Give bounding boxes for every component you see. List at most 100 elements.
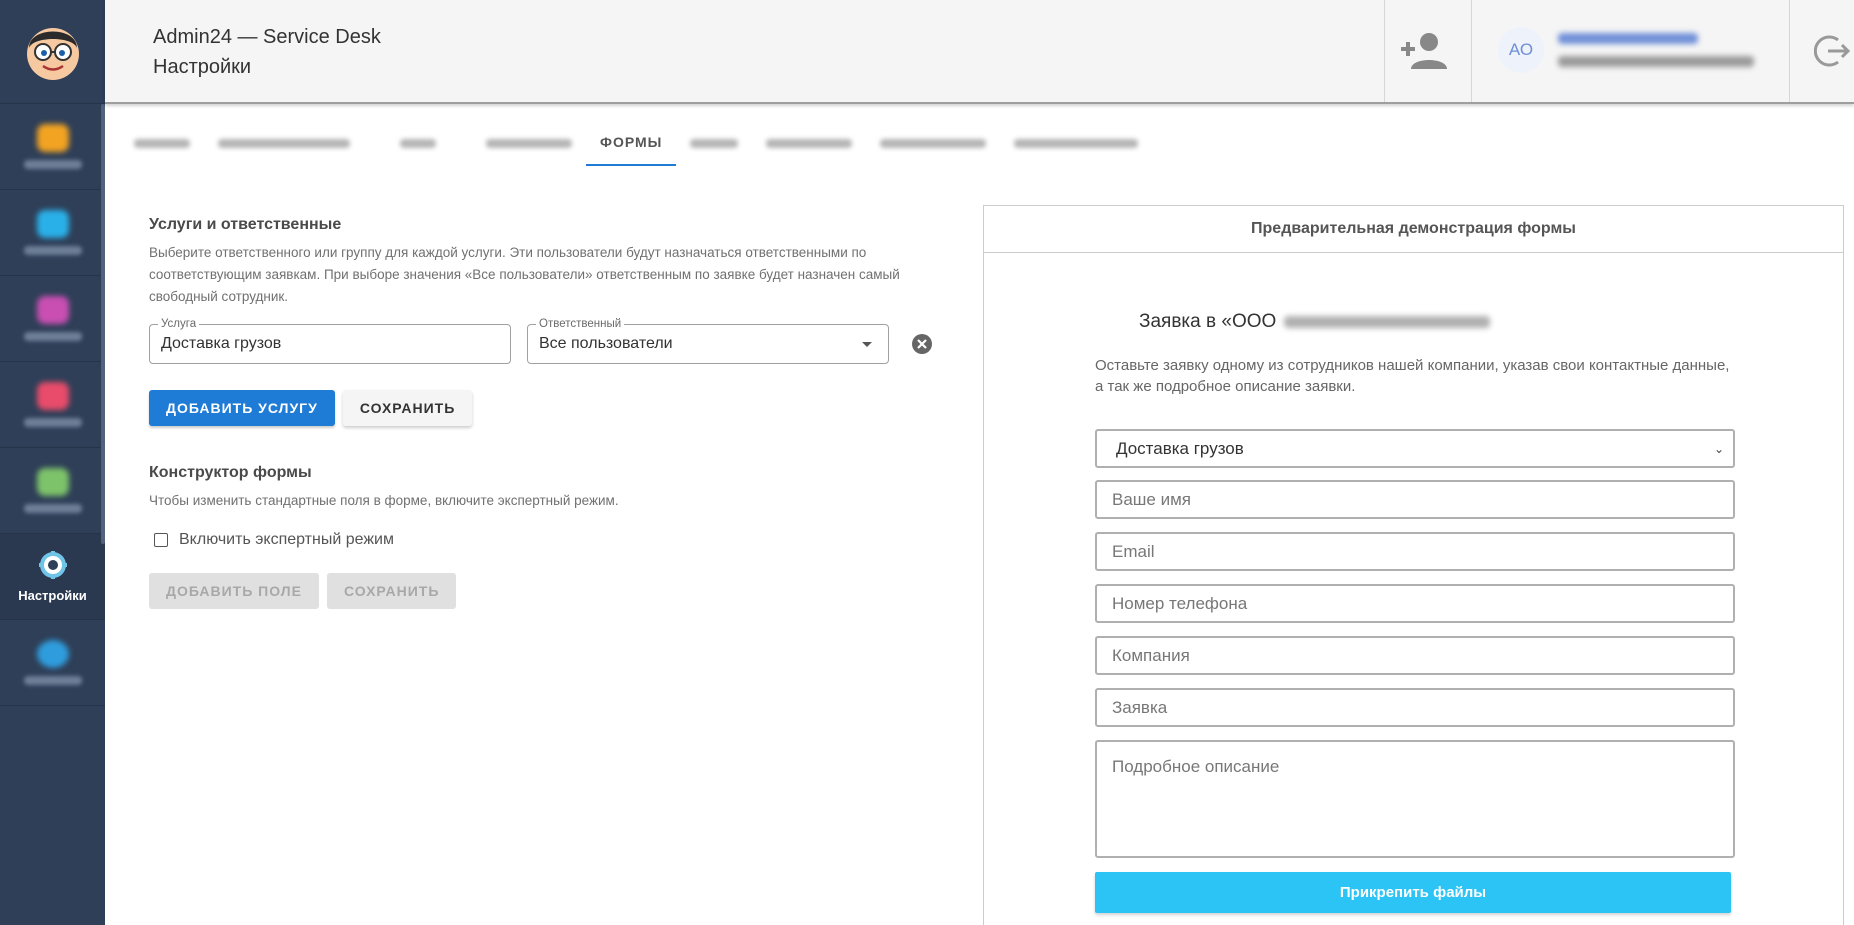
gear-icon (38, 551, 67, 579)
service-row: Услуга Доставка грузов Ответственный Все… (149, 317, 933, 364)
user-info (1558, 33, 1754, 67)
sidebar-item-3-label (23, 332, 82, 341)
preview-description: Оставьте заявку одному из сотрудников на… (1095, 357, 1730, 395)
app-logo[interactable] (0, 0, 105, 104)
dropdown-caret-icon (862, 342, 872, 347)
sidebar-item-1[interactable] (0, 104, 105, 190)
sidebar-item-4-icon (36, 382, 69, 410)
user-profile[interactable]: АО (1498, 20, 1798, 80)
add-service-button[interactable]: ДОБАВИТЬ УСЛУГУ (149, 390, 335, 426)
header-divider (1789, 0, 1790, 102)
preview-form-title: Заявка в «ООО (1139, 311, 1491, 333)
preview-company-input[interactable]: Компания (1095, 636, 1735, 675)
sidebar-item-7-icon (36, 640, 69, 668)
header-divider (1384, 0, 1385, 102)
sidebar: Настройки (0, 0, 105, 925)
sidebar-item-2-label (23, 246, 82, 255)
constructor-description: Чтобы изменить стандартные поля в форме,… (149, 493, 619, 508)
avatar: АО (1498, 27, 1544, 73)
tab-8-label (880, 138, 987, 148)
responsible-select-value: Все пользователи (539, 335, 673, 352)
tab-7[interactable] (752, 120, 866, 166)
sidebar-item-1-label (23, 160, 82, 169)
tab-3[interactable] (364, 120, 472, 166)
sidebar-item-3-icon (36, 296, 69, 324)
chevron-down-icon: ⌄ (1713, 442, 1724, 456)
save-form-button[interactable]: СОХРАНИТЬ (326, 573, 457, 609)
save-services-button[interactable]: СОХРАНИТЬ (342, 390, 473, 426)
sidebar-item-4[interactable] (0, 362, 105, 448)
form-constructor: Конструктор формы Чтобы изменить стандар… (149, 464, 929, 512)
sidebar-item-5[interactable] (0, 448, 105, 534)
sidebar-item-settings[interactable]: Настройки (0, 534, 105, 620)
responsible-select-label: Ответственный (536, 317, 625, 331)
service-field-value: Доставка грузов (161, 335, 282, 352)
sidebar-item-4-label (23, 418, 82, 427)
preview-name-input[interactable]: Ваше имя (1095, 480, 1735, 519)
expert-mode-label: Включить экспертный режим (179, 531, 394, 548)
services-settings: Услуги и ответственные Выберите ответств… (149, 216, 932, 609)
preview-service-select-value: Доставка грузов (1116, 438, 1244, 458)
preview-service-select[interactable]: Доставка грузов ⌄ (1095, 429, 1735, 468)
preview-header: Предварительная демонстрация формы (984, 206, 1843, 253)
user-company (1558, 56, 1754, 67)
attach-files-button[interactable]: Прикрепить файлы (1095, 872, 1731, 913)
sidebar-item-settings-label: Настройки (18, 588, 87, 603)
sidebar-item-5-label (23, 504, 82, 513)
sidebar-item-7-label (23, 676, 82, 685)
service-field[interactable]: Услуга Доставка грузов (149, 317, 511, 364)
sidebar-item-7[interactable] (0, 620, 105, 706)
sidebar-item-2[interactable] (0, 190, 105, 276)
add-user-icon (1401, 33, 1447, 69)
header-divider (1471, 0, 1472, 102)
preview-email-input[interactable]: Email (1095, 532, 1735, 571)
constructor-actions: ДОБАВИТЬ ПОЛЕ СОХРАНИТЬ (149, 573, 457, 609)
logout-icon (1814, 35, 1850, 67)
settings-tabs: ФОРМЫ (120, 120, 1152, 166)
services-actions: ДОБАВИТЬ УСЛУГУ СОХРАНИТЬ (149, 390, 473, 426)
tab-1-label (134, 138, 190, 148)
sidebar-item-5-icon (36, 468, 69, 496)
tab-6-label (690, 138, 739, 148)
expert-mode-checkbox[interactable] (154, 533, 168, 547)
tab-6[interactable] (676, 120, 752, 166)
tab-2-label (218, 138, 350, 148)
header-title-block: Admin24 — Service Desk Настройки (153, 22, 381, 82)
preview-form-title-text: Заявка в «ООО (1139, 311, 1277, 332)
header: Admin24 — Service Desk Настройки АО (105, 0, 1854, 104)
tab-3-label (400, 138, 436, 148)
mascot-logo-icon (26, 27, 79, 80)
preview-details-textarea[interactable]: Подробное описание (1095, 740, 1735, 858)
tab-forms-label: ФОРМЫ (600, 134, 663, 150)
sidebar-item-3[interactable] (0, 276, 105, 362)
remove-service-icon[interactable] (911, 333, 933, 355)
service-field-label: Услуга (158, 317, 200, 331)
services-description: Выберите ответственного или группу для к… (149, 245, 900, 304)
responsible-select[interactable]: Ответственный Все пользователи (527, 317, 889, 364)
add-user-button[interactable] (1396, 24, 1450, 78)
tab-1[interactable] (120, 120, 204, 166)
tab-4-label (486, 138, 572, 148)
constructor-title: Конструктор формы (149, 464, 312, 481)
add-field-button[interactable]: ДОБАВИТЬ ПОЛЕ (149, 573, 319, 609)
preview-phone-input[interactable]: Номер телефона (1095, 584, 1735, 623)
sidebar-item-1-icon (36, 124, 69, 152)
app-title: Admin24 — Service Desk (153, 26, 381, 48)
user-name (1558, 33, 1698, 44)
form-preview: Предварительная демонстрация формы Заявк… (983, 205, 1844, 925)
tab-2[interactable] (204, 120, 364, 166)
tab-9[interactable] (1000, 120, 1152, 166)
tab-9-label (1014, 138, 1139, 148)
tab-8[interactable] (866, 120, 1000, 166)
expert-mode-toggle[interactable]: Включить экспертный режим (154, 531, 394, 549)
services-title: Услуги и ответственные (149, 216, 342, 233)
sidebar-scrollbar[interactable] (101, 104, 105, 544)
page-title: Настройки (153, 56, 252, 78)
sidebar-item-2-icon (36, 210, 69, 238)
preview-company-name (1284, 316, 1491, 328)
tab-7-label (766, 138, 853, 148)
tab-forms[interactable]: ФОРМЫ (586, 120, 677, 166)
tab-4[interactable] (472, 120, 586, 166)
logout-button[interactable] (1805, 24, 1854, 78)
preview-request-input[interactable]: Заявка (1095, 688, 1735, 727)
